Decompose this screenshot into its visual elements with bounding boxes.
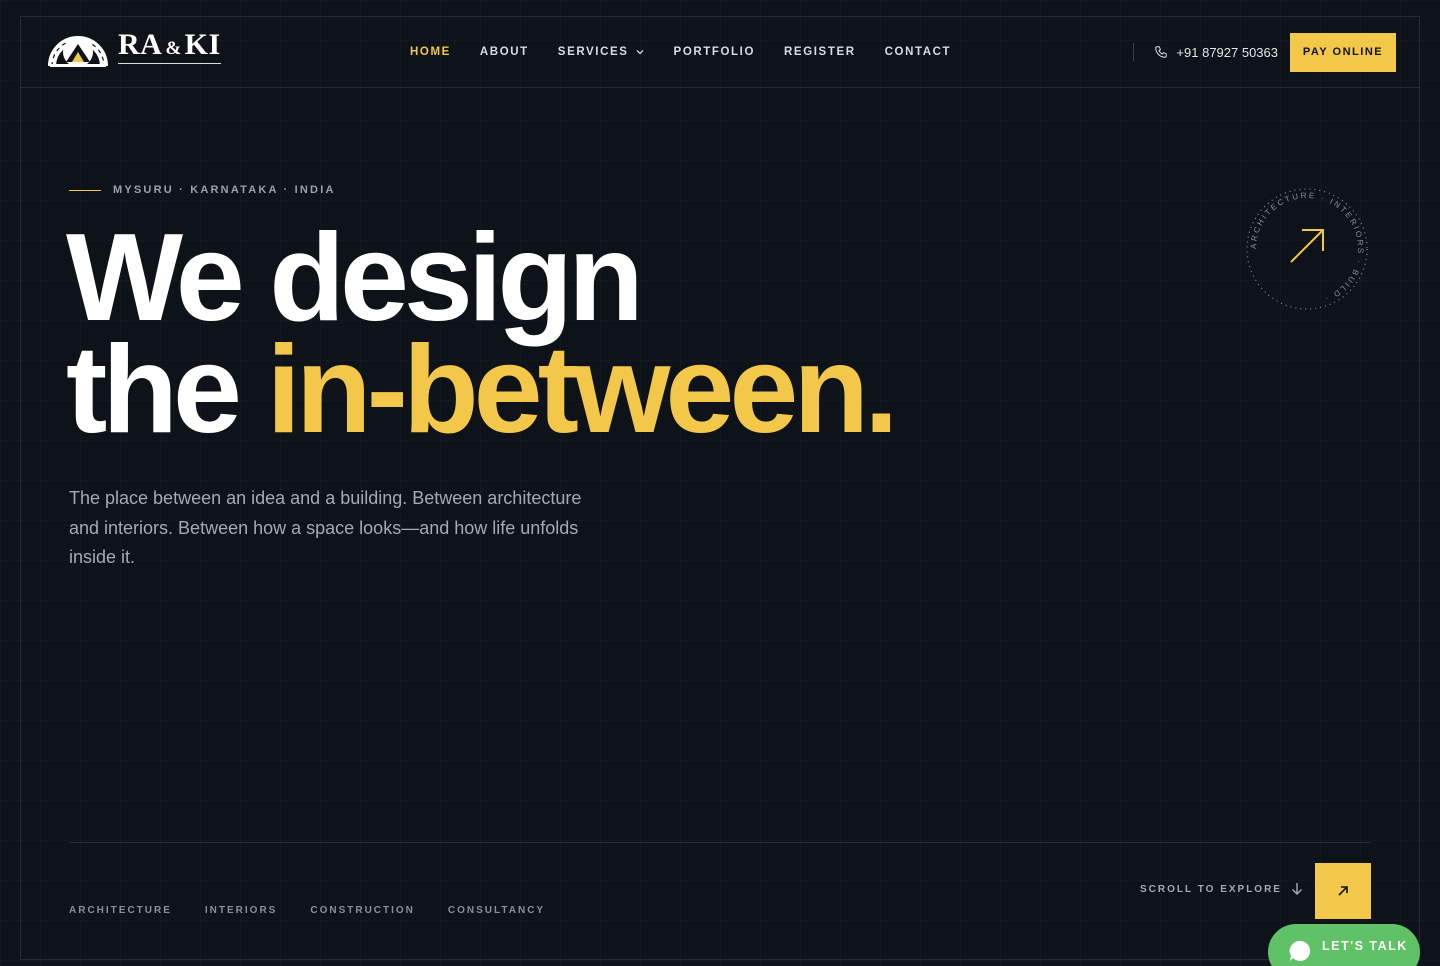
kicker-text: MYSURU · KARNATAKA · INDIA bbox=[113, 184, 336, 196]
nav-item-label: SERVICES bbox=[557, 46, 629, 58]
lets-talk-label: LET'S TALK bbox=[1322, 939, 1408, 953]
main-nav: HOME ABOUT SERVICES PORTFOLIO REGISTER C… bbox=[410, 16, 980, 88]
brand-wordmark: RA & KI bbox=[118, 28, 221, 64]
arrow-up-right-icon bbox=[1338, 886, 1348, 896]
svg-text:ARCHITECTURE · INTERIORS · BUI: ARCHITECTURE · INTERIORS · BUILD · bbox=[1249, 191, 1365, 304]
header-actions: +91 87927 50363 PAY ONLINE bbox=[1133, 32, 1396, 72]
rotating-badge: ARCHITECTURE · INTERIORS · BUILD · bbox=[1244, 186, 1370, 312]
nav-item-about[interactable]: ABOUT bbox=[480, 46, 529, 58]
chat-bubble-icon bbox=[1289, 940, 1311, 961]
hero-headline: We design the in-between. bbox=[66, 216, 899, 452]
service-tags: ARCHITECTURE INTERIORS CONSTRUCTION CONS… bbox=[69, 905, 545, 916]
brand-logo[interactable]: RA & KI bbox=[46, 20, 221, 72]
brand-name-left: RA bbox=[118, 28, 163, 61]
badge-ring-text: ARCHITECTURE · INTERIORS · BUILD · bbox=[1249, 191, 1363, 304]
nav-item-label: CONTACT bbox=[884, 46, 952, 58]
nav-item-label: PORTFOLIO bbox=[673, 46, 756, 58]
nav-item-register[interactable]: REGISTER bbox=[784, 46, 856, 58]
nav-item-label: ABOUT bbox=[479, 46, 529, 58]
arrow-action-button[interactable] bbox=[1315, 863, 1371, 919]
kicker-line bbox=[69, 189, 101, 191]
brand-name-right: KI bbox=[184, 28, 221, 61]
tag-architecture: ARCHITECTURE bbox=[69, 905, 172, 916]
nav-item-portfolio[interactable]: PORTFOLIO bbox=[674, 46, 755, 58]
tag-interiors: INTERIORS bbox=[204, 905, 278, 916]
phone-link[interactable]: +91 87927 50363 bbox=[1154, 45, 1278, 60]
lets-talk-button[interactable]: LET'S TALK bbox=[1268, 924, 1420, 966]
hero-lead-text: The place between an idea and a building… bbox=[69, 488, 582, 567]
tag-consultancy: CONSULTANCY bbox=[447, 905, 546, 916]
logo-emblem-icon bbox=[48, 36, 108, 67]
nav-item-label: REGISTER bbox=[784, 46, 856, 58]
nav-item-contact[interactable]: CONTACT bbox=[885, 46, 952, 58]
nav-item-home[interactable]: HOME bbox=[410, 46, 451, 58]
arrow-up-right-icon bbox=[1290, 229, 1324, 263]
pay-online-button[interactable]: PAY ONLINE bbox=[1290, 32, 1396, 72]
phone-icon bbox=[1155, 46, 1168, 58]
nav-item-label: HOME bbox=[410, 46, 451, 58]
scroll-label: SCROLL TO EXPLORE bbox=[1140, 883, 1282, 895]
arrow-down-icon bbox=[1291, 883, 1302, 895]
badge-ring-icon: ARCHITECTURE · INTERIORS · BUILD · bbox=[1246, 188, 1368, 310]
chevron-down-icon bbox=[636, 50, 644, 55]
nav-item-services[interactable]: SERVICES bbox=[558, 46, 645, 58]
hero-kicker: MYSURU · KARNATAKA · INDIA bbox=[69, 184, 336, 196]
section-divider bbox=[69, 842, 1371, 843]
scroll-to-explore-link[interactable]: SCROLL TO EXPLORE bbox=[1140, 882, 1303, 896]
tag-construction: CONSTRUCTION bbox=[310, 905, 415, 916]
headline-line-2-accent: in-between. bbox=[266, 321, 898, 459]
phone-number: +91 87927 50363 bbox=[1176, 44, 1278, 60]
headline-line-2-plain: the bbox=[66, 321, 267, 459]
site-header: RA & KI HOME ABOUT SERVICES PORTFOLIO RE… bbox=[20, 16, 1420, 88]
brand-name-amp: & bbox=[165, 38, 182, 59]
header-divider bbox=[1133, 43, 1135, 61]
